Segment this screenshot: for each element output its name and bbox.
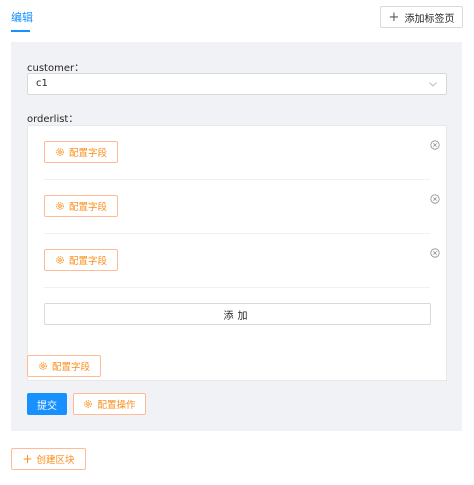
add-tab-label: 添加标签页 — [404, 13, 455, 25]
tab-edit[interactable]: 编辑 — [11, 9, 33, 25]
row-1-config-fields-button[interactable]: 配置字段 — [44, 141, 118, 163]
create-block-button[interactable]: + 创建区块 — [11, 448, 86, 470]
orderlist-label: orderlist： — [27, 114, 79, 125]
customer-label: customer： — [27, 63, 85, 74]
row-divider — [44, 179, 430, 180]
row-3-config-fields-button[interactable]: 配置字段 — [44, 249, 118, 271]
config-fields-label: 配置字段 — [51, 362, 90, 373]
plus-icon: + — [22, 452, 33, 466]
config-fields-button[interactable]: 配置字段 — [27, 355, 101, 377]
create-block-label: 创建区块 — [36, 455, 75, 466]
row-3-config-fields-label: 配置字段 — [68, 256, 107, 267]
gear-icon — [56, 148, 64, 156]
gear-icon — [56, 202, 64, 210]
orderlist-container: 配置字段 配置字段 配置字段 添加 — [27, 125, 447, 381]
form-panel: customer： c1 orderlist： 配置字段 配置字段 配置字段 添… — [11, 42, 462, 431]
row-divider — [44, 233, 430, 234]
gear-icon — [39, 362, 47, 370]
add-tab-button[interactable]: + 添加标签页 — [380, 6, 463, 28]
row-2-config-fields-button[interactable]: 配置字段 — [44, 195, 118, 217]
row-1-config-fields-label: 配置字段 — [68, 148, 107, 159]
gear-icon — [56, 256, 64, 264]
row-1-close-circle-icon[interactable] — [430, 140, 440, 150]
row-divider — [44, 287, 430, 288]
tab-ink-bar — [11, 30, 30, 32]
row-3-close-circle-icon[interactable] — [430, 248, 440, 258]
tabs-bar: 编辑 + 添加标签页 — [0, 0, 474, 32]
plus-icon: + — [388, 9, 400, 25]
config-actions-label: 配置操作 — [97, 400, 136, 411]
row-2-close-circle-icon[interactable] — [430, 194, 440, 204]
config-actions-button[interactable]: 配置操作 — [73, 393, 146, 415]
submit-button[interactable]: 提交 — [27, 393, 67, 415]
add-item-button[interactable]: 添加 — [44, 303, 431, 325]
gear-icon — [84, 400, 93, 408]
customer-select[interactable]: c1 — [27, 73, 447, 95]
customer-select-value: c1 — [36, 78, 48, 89]
row-2-config-fields-label: 配置字段 — [68, 202, 107, 213]
chevron-down-icon — [429, 82, 437, 87]
